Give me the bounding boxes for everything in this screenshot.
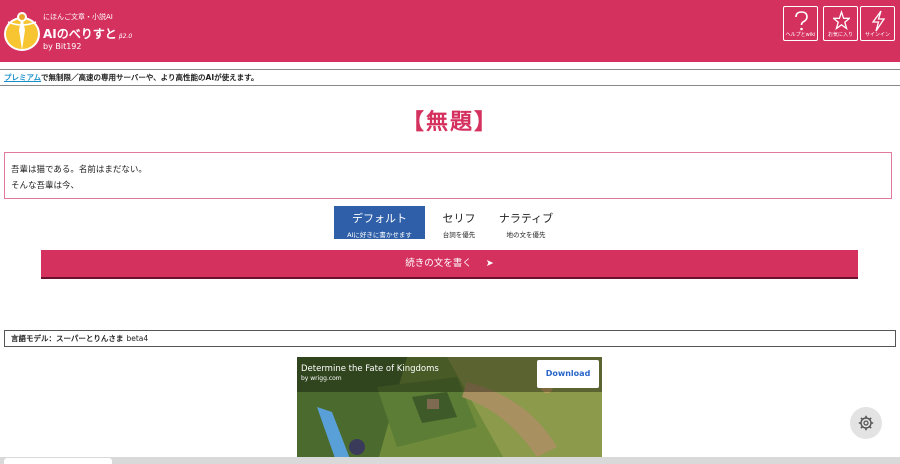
mode-default-label: デフォルト [352,212,407,225]
mode-default-button[interactable]: デフォルト AIに好きに書かせます [334,206,425,239]
model-label: 言語モデル： [11,334,56,343]
model-name: スーパーとりんさま [56,334,124,343]
favorites-button[interactable]: お気に入り [823,6,858,41]
brand-name: AIのべりすと β2.0 [43,25,132,42]
sign-in-label: サインイン [864,32,890,38]
favorites-label: お気に入り [827,32,853,38]
premium-banner: プレミアムで無制限／高速の専用サーバーや、より高性能のAIが使えます。 [0,69,900,86]
story-title[interactable]: 【無題】 [0,104,900,136]
help-wiki-button[interactable]: ヘルプとwiki [783,6,818,41]
story-editor[interactable]: 吾輩は猫である。名前はまだない。 そんな吾輩は今、 [4,152,892,199]
advertisement[interactable]: Determine the Fate of Kingdoms by wrigg.… [297,357,602,464]
mode-dialogue-button[interactable]: セリフ 台詞を優先 [430,206,488,239]
story-line: 吾輩は猫である。名前はまだない。 [11,165,147,175]
mode-narrative-description: 地の文を優先 [506,231,546,239]
gear-icon [858,415,874,431]
bottom-toolbar [0,457,900,464]
model-beta: beta4 [126,334,149,343]
continue-writing-label: 続きの文を書く [405,258,472,269]
arrow-right-icon: ➤ [485,258,494,269]
mode-dialogue-description: 台詞を優先 [442,231,476,239]
continue-writing-button[interactable]: 続きの文を書く ➤ [41,250,858,277]
mode-default-description: AIに好きに書かせます [347,231,412,239]
ad-title: Determine the Fate of Kingdoms [301,364,439,374]
mode-narrative-button[interactable]: ナラティブ 地の文を優先 [492,206,560,239]
bottom-tab[interactable] [4,458,112,464]
ad-subtitle: by wrigg.com [301,375,342,382]
language-model-bar[interactable]: 言語モデル：スーパーとりんさま beta4 [4,330,896,347]
premium-link[interactable]: プレミアム [4,73,41,82]
help-wiki-label: ヘルプとwiki [785,32,816,38]
story-line: そんな吾輩は今、 [11,181,80,191]
mode-narrative-label: ナラティブ [498,212,554,225]
brand-beta: β2.0 [118,33,133,40]
sign-in-button[interactable]: サインイン [860,6,895,41]
brand-author: by Bit192 [43,42,82,51]
star-icon [833,10,850,31]
lightning-icon [871,10,886,32]
premium-text: で無制限／高速の専用サーバーや、より高性能のAIが使えます。 [40,73,259,82]
brand-tagline: にほんご文章・小説AI [43,13,113,21]
mode-dialogue-label: セリフ [442,212,476,225]
app-name: AIのべりすと [43,27,117,41]
question-icon [795,11,808,31]
ad-download-button[interactable]: Download [537,360,599,388]
app-logo[interactable] [2,8,42,52]
settings-button[interactable] [850,407,882,439]
app-header: にほんご文章・小説AI AIのべりすと β2.0 by Bit192 ヘルプとwi… [0,0,900,62]
